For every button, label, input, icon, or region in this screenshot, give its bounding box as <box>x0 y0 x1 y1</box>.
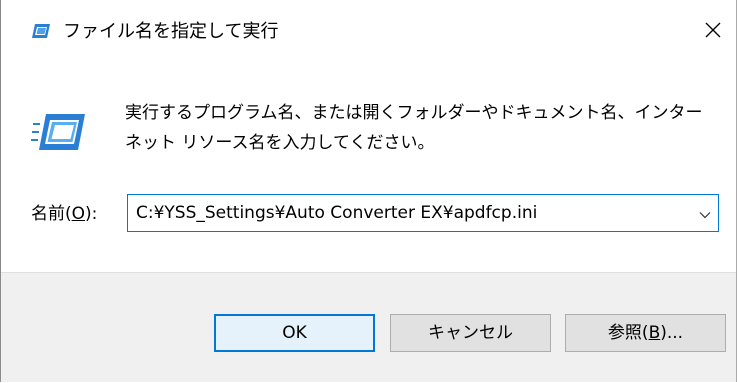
instruction-text: 実行するプログラム名、または開くフォルダーやドキュメント名、インター ネット リ… <box>125 98 715 158</box>
name-combobox[interactable] <box>127 194 719 232</box>
chevron-down-icon[interactable] <box>698 207 712 221</box>
close-button[interactable] <box>691 8 735 52</box>
run-dialog-icon <box>31 112 87 152</box>
browse-label-suffix: )... <box>660 323 684 343</box>
close-icon <box>705 22 721 38</box>
ok-button[interactable]: OK <box>214 314 375 352</box>
instruction-line-1: 実行するプログラム名、または開くフォルダーやドキュメント名、インター <box>125 103 703 123</box>
cancel-button[interactable]: キャンセル <box>390 314 551 352</box>
instruction-line-2: ネット リソース名を入力してください。 <box>125 133 435 153</box>
dialog-body: 実行するプログラム名、または開くフォルダーやドキュメント名、インター ネット リ… <box>1 66 736 272</box>
name-label-prefix: 名前( <box>31 204 72 224</box>
window-title: ファイル名を指定して実行 <box>63 21 279 42</box>
name-label-suffix: ): <box>85 204 98 224</box>
browse-label-prefix: 参照( <box>607 323 649 343</box>
name-input[interactable] <box>136 195 676 231</box>
browse-button[interactable]: 参照(B)... <box>565 314 726 352</box>
name-label: 名前(O): <box>31 202 97 226</box>
browse-label-accel: B <box>648 323 661 343</box>
name-label-accel: O <box>71 204 86 224</box>
run-dialog-icon <box>31 22 51 40</box>
run-dialog: ファイル名を指定して実行 実行するプログラム名、または開くフォルダーやドキュメン… <box>0 0 737 382</box>
title-bar[interactable]: ファイル名を指定して実行 <box>1 0 736 66</box>
button-bar: OK キャンセル 参照(B)... <box>1 272 736 382</box>
